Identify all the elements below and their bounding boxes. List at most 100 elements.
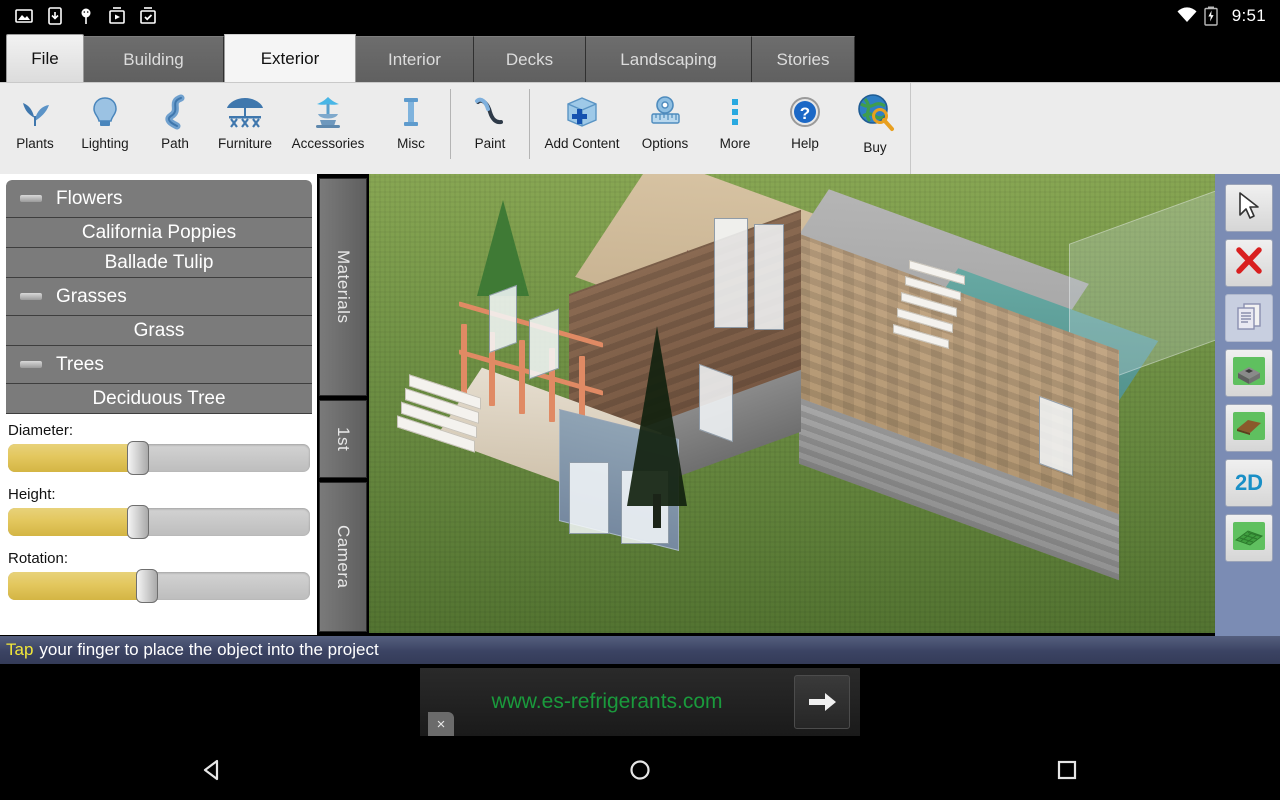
slider-rotation-label: Rotation: <box>8 550 310 567</box>
curtain-panel <box>754 224 784 330</box>
ribbon-plants[interactable]: Plants <box>0 83 70 173</box>
status-notification-icons <box>0 6 158 26</box>
tree-group-flowers-label: Flowers <box>56 188 123 210</box>
property-sliders: Diameter: Height: Rotation: <box>0 422 318 614</box>
ribbon-furniture[interactable]: Furniture <box>210 83 280 173</box>
slider-rotation[interactable] <box>8 572 310 600</box>
tree-group-trees-label: Trees <box>56 354 104 376</box>
tab-file[interactable]: File <box>6 34 84 82</box>
tree-item-california-poppies[interactable]: California Poppies <box>6 218 312 248</box>
work-area: Flowers California Poppies Ballade Tulip… <box>0 174 1280 636</box>
recents-button[interactable] <box>1022 740 1112 800</box>
vtab-first-floor-label: 1st <box>333 427 353 451</box>
design-viewport-3d[interactable] <box>369 174 1215 633</box>
2d-text-icon: 2D <box>1235 470 1263 496</box>
tab-building[interactable]: Building <box>84 36 224 82</box>
ad-url-text: www.es-refrigerants.com <box>420 690 794 714</box>
curtain-panel <box>714 218 748 328</box>
play-store-icon <box>107 6 127 26</box>
ribbon-paint[interactable]: Paint <box>455 83 525 173</box>
vtab-materials[interactable]: Materials <box>319 178 367 396</box>
ribbon-options-label: Options <box>642 137 689 151</box>
slider-height-block: Height: <box>8 486 310 536</box>
vtab-camera[interactable]: Camera <box>319 482 367 632</box>
tab-exterior[interactable]: Exterior <box>224 34 356 82</box>
window <box>699 364 733 442</box>
tree-item-ballade-tulip-label: Ballade Tulip <box>105 252 214 274</box>
home-button[interactable] <box>595 740 685 800</box>
battery-charging-icon <box>1204 6 1224 26</box>
ribbon-help[interactable]: ? Help <box>770 83 840 173</box>
tree-item-ballade-tulip[interactable]: Ballade Tulip <box>6 248 312 278</box>
main-tab-strip: File Building Exterior Interior Decks La… <box>0 34 1280 82</box>
svg-text:?: ? <box>800 104 810 123</box>
vtab-first-floor[interactable]: 1st <box>319 400 367 478</box>
status-message-highlight: Tap <box>6 640 33 660</box>
sidebar-duplicate-button[interactable] <box>1225 294 1273 342</box>
red-x-icon <box>1234 246 1264 281</box>
tool-sidebar: 2D <box>1215 174 1280 636</box>
tab-stories[interactable]: Stories <box>752 36 855 82</box>
evergreen-tree <box>627 326 687 506</box>
ribbon-options[interactable]: Options <box>630 83 700 173</box>
plant-sprout-icon <box>15 89 55 135</box>
paint-brush-icon <box>470 89 510 135</box>
help-question-icon: ? <box>785 89 825 135</box>
collapse-minus-icon[interactable] <box>20 195 42 202</box>
tab-interior[interactable]: Interior <box>356 36 474 82</box>
globe-key-icon <box>853 89 897 135</box>
window <box>489 285 517 353</box>
status-message-text: your finger to place the object into the… <box>39 640 378 660</box>
ribbon-buy[interactable]: Buy <box>840 83 910 173</box>
deck-rail-post <box>461 324 467 400</box>
ribbon-accessories[interactable]: Accessories <box>280 83 376 173</box>
object-tree-list[interactable]: Flowers California Poppies Ballade Tulip… <box>6 180 312 422</box>
slider-height[interactable] <box>8 508 310 536</box>
solid-box-icon <box>1232 355 1266 392</box>
sidebar-roof-view-button[interactable] <box>1225 404 1273 452</box>
terrain-grid-icon <box>1232 520 1266 557</box>
slider-height-thumb[interactable] <box>127 505 149 539</box>
ribbon-add-content[interactable]: Add Content <box>534 83 630 173</box>
ribbon-buy-label: Buy <box>863 141 886 155</box>
ribbon-path[interactable]: Path <box>140 83 210 173</box>
tab-stories-label: Stories <box>777 50 830 70</box>
tab-file-label: File <box>31 49 58 69</box>
ribbon-separator-left <box>450 89 451 159</box>
tree-group-flowers[interactable]: Flowers <box>6 180 312 218</box>
ribbon-more[interactable]: More <box>700 83 770 173</box>
tree-item-grass-label: Grass <box>134 320 185 342</box>
sidebar-delete-button[interactable] <box>1225 239 1273 287</box>
slider-diameter[interactable] <box>8 444 310 472</box>
sidebar-2d-view-button[interactable]: 2D <box>1225 459 1273 507</box>
tab-landscaping-label: Landscaping <box>620 50 716 70</box>
ribbon-lighting[interactable]: Lighting <box>70 83 140 173</box>
sidebar-solid-view-button[interactable] <box>1225 349 1273 397</box>
cursor-arrow-icon <box>1236 191 1262 226</box>
tab-decks[interactable]: Decks <box>474 36 586 82</box>
window <box>1039 396 1073 476</box>
slider-diameter-thumb[interactable] <box>127 441 149 475</box>
collapse-minus-icon[interactable] <box>20 361 42 368</box>
collapse-minus-icon[interactable] <box>20 293 42 300</box>
tree-item-deciduous-tree[interactable]: Deciduous Tree <box>6 384 312 414</box>
door <box>529 309 559 380</box>
back-button[interactable] <box>168 740 258 800</box>
tape-measure-icon <box>645 89 685 135</box>
ad-banner[interactable]: www.es-refrigerants.com × <box>420 668 860 736</box>
wifi-icon <box>1176 6 1196 26</box>
tab-landscaping[interactable]: Landscaping <box>586 36 752 82</box>
sidebar-terrain-view-button[interactable] <box>1225 514 1273 562</box>
ribbon-misc[interactable]: Misc <box>376 83 446 173</box>
tab-exterior-label: Exterior <box>261 49 320 69</box>
tree-group-trees[interactable]: Trees <box>6 346 312 384</box>
slider-rotation-thumb[interactable] <box>136 569 158 603</box>
light-bulb-icon <box>85 89 125 135</box>
ad-close-small-button[interactable]: × <box>428 712 454 736</box>
tree-group-grasses[interactable]: Grasses <box>6 278 312 316</box>
tree-item-grass[interactable]: Grass <box>6 316 312 346</box>
tab-decks-label: Decks <box>506 50 553 70</box>
sidebar-select-button[interactable] <box>1225 184 1273 232</box>
tree-group-grasses-label: Grasses <box>56 286 127 308</box>
ad-go-button[interactable] <box>794 675 850 729</box>
